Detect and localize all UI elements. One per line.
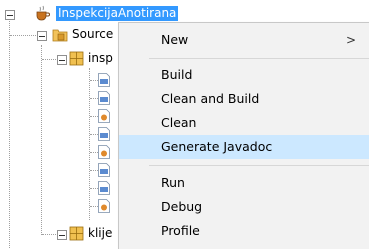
- package-node-label[interactable]: insp: [88, 51, 113, 66]
- collapse-toggle[interactable]: [57, 55, 67, 65]
- source-folder-icon: [52, 29, 68, 42]
- tree-guide: [90, 170, 98, 171]
- menu-item-build[interactable]: Build: [119, 63, 369, 87]
- menu-item-label: Build: [161, 67, 193, 82]
- menu-item-clean-and-build[interactable]: Clean and Build: [119, 87, 369, 111]
- java-file-icon: [98, 91, 110, 105]
- tree-guide: [90, 152, 98, 153]
- project-cup-icon: [36, 5, 50, 21]
- menu-item-label: Clean and Build: [161, 91, 260, 106]
- java-file-icon: [98, 127, 110, 141]
- tree-guide: [90, 134, 98, 135]
- menu-item-run[interactable]: Run: [119, 171, 369, 195]
- tree-guide: [9, 14, 10, 248]
- package-icon: [69, 226, 84, 241]
- java-form-icon: [98, 199, 110, 213]
- collapse-toggle[interactable]: [5, 10, 15, 20]
- menu-item-label: Debug: [161, 199, 203, 214]
- tree-guide: [10, 35, 36, 36]
- collapse-toggle[interactable]: [57, 230, 67, 240]
- tree-guide: [90, 116, 98, 117]
- menu-item-label: New: [161, 32, 189, 47]
- menu-item-new[interactable]: New >: [119, 28, 369, 52]
- tree-guide: [41, 45, 42, 235]
- tree-guide: [90, 188, 98, 189]
- tree-guide: [90, 80, 98, 81]
- menu-item-label: Profile: [161, 223, 200, 238]
- java-file-icon: [98, 163, 110, 177]
- java-file-icon: [98, 73, 110, 87]
- tree-guide: [42, 59, 56, 60]
- java-form-icon: [98, 109, 110, 123]
- menu-separator: [149, 58, 369, 59]
- tree-guide: [42, 234, 56, 235]
- java-file-icon: [98, 181, 110, 195]
- java-form-icon: [98, 145, 110, 159]
- tree-guide: [90, 206, 98, 207]
- menu-item-generate-javadoc[interactable]: Generate Javadoc: [119, 135, 369, 159]
- menu-item-debug[interactable]: Debug: [119, 195, 369, 219]
- source-node-label[interactable]: Source: [72, 27, 113, 42]
- package-node-label[interactable]: klije: [88, 226, 112, 241]
- menu-item-label: Generate Javadoc: [161, 139, 273, 154]
- menu-item-profile[interactable]: Profile: [119, 219, 369, 243]
- package-icon: [69, 51, 84, 66]
- menu-item-label: Clean: [161, 115, 197, 130]
- collapse-toggle[interactable]: [37, 31, 47, 41]
- tree-guide: [89, 68, 90, 220]
- context-menu: New > Build Clean and Build Clean Genera…: [118, 22, 369, 249]
- menu-item-clean[interactable]: Clean: [119, 111, 369, 135]
- project-node-label[interactable]: InspekcijaAnotirana: [56, 6, 179, 21]
- menu-separator: [149, 165, 369, 166]
- tree-guide: [90, 98, 98, 99]
- submenu-arrow-icon: >: [345, 33, 356, 47]
- menu-item-label: Run: [161, 175, 185, 190]
